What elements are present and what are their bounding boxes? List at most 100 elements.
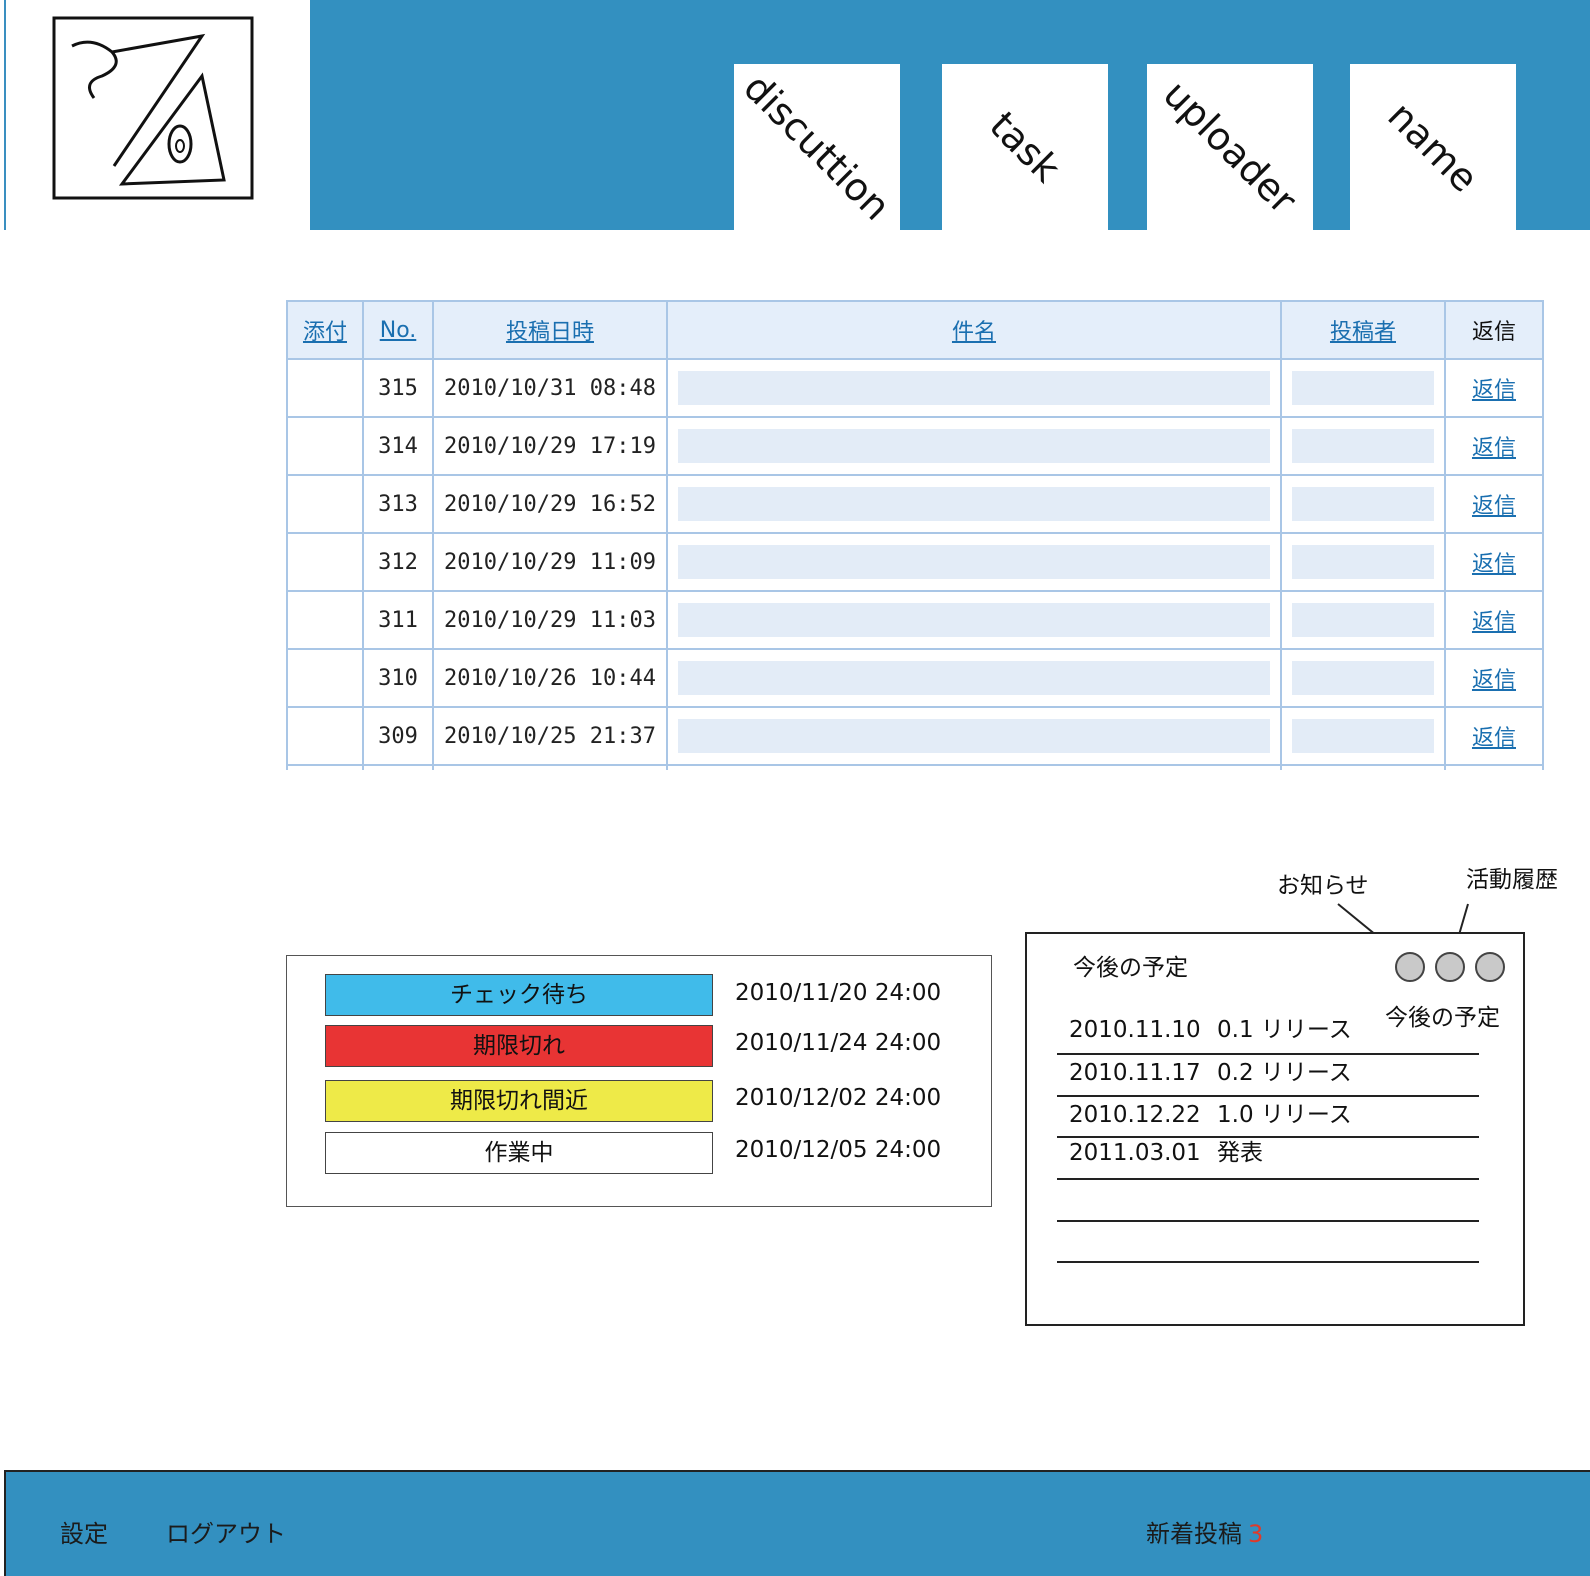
author-placeholder — [1292, 719, 1434, 753]
status-legend-panel: チェック待ち 2010/11/20 24:00 期限切れ 2010/11/24 … — [286, 955, 992, 1207]
subject-cell[interactable] — [666, 474, 1282, 534]
sort-link[interactable]: No. — [380, 318, 417, 343]
author-cell — [1280, 648, 1446, 708]
attachment-cell — [286, 590, 364, 650]
sort-link[interactable]: 投稿日時 — [506, 320, 594, 345]
activity-toggle[interactable] — [1435, 952, 1465, 982]
subject-placeholder — [678, 545, 1270, 579]
status-date: 2010/11/20 24:00 — [735, 980, 942, 1006]
reply-link[interactable]: 返信 — [1472, 436, 1516, 461]
tab-name[interactable]: name — [1350, 64, 1516, 230]
author-cell — [1280, 590, 1446, 650]
col-author[interactable]: 投稿者 — [1280, 300, 1446, 360]
new-posts-count: 3 — [1248, 1520, 1264, 1548]
author-cell — [1280, 474, 1446, 534]
tab-task[interactable]: task — [942, 64, 1108, 230]
post-datetime: 2010/10/31 08:48 — [432, 358, 668, 418]
reply-cell: 返信 — [1444, 532, 1544, 592]
reply-cell: 返信 — [1444, 416, 1544, 476]
tab-discuttion[interactable]: discuttion — [734, 64, 900, 230]
schedule-date: 2010.11.17 — [1069, 1060, 1201, 1086]
new-posts-link[interactable]: 新着投稿 3 — [1146, 1514, 1263, 1549]
post-number: 309 — [362, 706, 434, 766]
post-number: 315 — [362, 358, 434, 418]
callout-activity: 活動履歴 — [1466, 867, 1558, 893]
divider — [1057, 1261, 1479, 1263]
attachment-cell — [286, 358, 364, 418]
divider — [1057, 1178, 1479, 1180]
schedule-entry: 2011.03.01 発表 — [1069, 1133, 1263, 1167]
status-date: 2010/12/05 24:00 — [735, 1137, 942, 1163]
reply-link[interactable]: 返信 — [1472, 378, 1516, 403]
table-row[interactable]: 314 2010/10/29 17:19 返信 — [286, 416, 1544, 476]
schedule-text: 発表 — [1217, 1140, 1263, 1166]
post-datetime: 2010/10/26 10:44 — [432, 648, 668, 708]
tab-uploader[interactable]: uploader — [1147, 64, 1313, 230]
logo[interactable] — [52, 16, 254, 200]
col-datetime[interactable]: 投稿日時 — [432, 300, 668, 360]
status-date: 2010/11/24 24:00 — [735, 1030, 942, 1056]
table-row[interactable]: 311 2010/10/29 11:03 返信 — [286, 590, 1544, 650]
settings-link[interactable]: 設定 — [60, 1514, 108, 1549]
table-row[interactable]: 315 2010/10/31 08:48 返信 — [286, 358, 1544, 418]
sort-link[interactable]: 添付 — [303, 320, 347, 345]
post-number: 310 — [362, 648, 434, 708]
col-attachment[interactable]: 添付 — [286, 300, 364, 360]
reply-cell: 返信 — [1444, 590, 1544, 650]
reply-link[interactable]: 返信 — [1472, 494, 1516, 519]
post-number: 314 — [362, 416, 434, 476]
reply-link[interactable]: 返信 — [1472, 610, 1516, 635]
subject-placeholder — [678, 719, 1270, 753]
schedule-text: 0.2 リリース — [1217, 1060, 1352, 1086]
author-placeholder — [1292, 487, 1434, 521]
author-placeholder — [1292, 603, 1434, 637]
schedule-entry: 2010.11.10 0.1 リリース — [1069, 1010, 1352, 1044]
schedule-title: 今後の予定 — [1073, 955, 1188, 981]
table-header-row: 添付 No. 投稿日時 件名 投稿者 返信 — [286, 300, 1544, 360]
col-subject[interactable]: 件名 — [666, 300, 1282, 360]
table-row[interactable]: 313 2010/10/29 16:52 返信 — [286, 474, 1544, 534]
author-placeholder — [1292, 661, 1434, 695]
attachment-cell — [286, 648, 364, 708]
subject-cell[interactable] — [666, 706, 1282, 766]
post-datetime: 2010/10/29 11:03 — [432, 590, 668, 650]
table-row[interactable]: 310 2010/10/26 10:44 返信 — [286, 648, 1544, 708]
sort-link[interactable]: 投稿者 — [1330, 320, 1396, 345]
table-row[interactable]: 312 2010/10/29 11:09 返信 — [286, 532, 1544, 592]
reply-link[interactable]: 返信 — [1472, 668, 1516, 693]
callout-notice: お知らせ — [1277, 873, 1369, 899]
schedule-date: 2010.11.10 — [1069, 1017, 1201, 1043]
subject-placeholder — [678, 429, 1270, 463]
subject-cell[interactable] — [666, 648, 1282, 708]
callout-lines — [1337, 903, 1497, 1009]
reply-link[interactable]: 返信 — [1472, 552, 1516, 577]
notice-toggle[interactable] — [1395, 952, 1425, 982]
new-posts-label: 新着投稿 — [1146, 1520, 1242, 1548]
reply-link[interactable]: 返信 — [1472, 726, 1516, 751]
upcoming-toggle[interactable] — [1475, 952, 1505, 982]
subject-cell[interactable] — [666, 358, 1282, 418]
post-datetime: 2010/10/25 21:37 — [432, 706, 668, 766]
post-datetime: 2010/10/29 11:09 — [432, 532, 668, 592]
logout-link[interactable]: ログアウト — [166, 1514, 286, 1549]
author-placeholder — [1292, 371, 1434, 405]
header-bar: discuttion task uploader name — [310, 0, 1590, 230]
table-row[interactable]: 309 2010/10/25 21:37 返信 — [286, 706, 1544, 766]
author-cell — [1280, 416, 1446, 476]
subject-cell[interactable] — [666, 532, 1282, 592]
subject-cell[interactable] — [666, 416, 1282, 476]
reply-cell: 返信 — [1444, 648, 1544, 708]
callout-upcoming: 今後の予定 — [1385, 1005, 1500, 1031]
schedule-entry: 2010.12.22 1.0 リリース — [1069, 1095, 1352, 1129]
schedule-panel: 今後の予定 今後の予定 2010.11.10 0.1 リリース 2010.11.1… — [1025, 932, 1525, 1326]
footer-bar: 設定 ログアウト 新着投稿 3 — [4, 1470, 1590, 1576]
tab-label: discuttion — [735, 65, 899, 229]
author-placeholder — [1292, 429, 1434, 463]
post-table: 添付 No. 投稿日時 件名 投稿者 返信 315 2010/10/31 08:4… — [286, 300, 1544, 770]
col-number[interactable]: No. — [362, 300, 434, 360]
tab-label: name — [1379, 93, 1487, 201]
subject-cell[interactable] — [666, 590, 1282, 650]
sort-link[interactable]: 件名 — [952, 320, 996, 345]
attachment-cell — [286, 706, 364, 766]
author-cell — [1280, 358, 1446, 418]
